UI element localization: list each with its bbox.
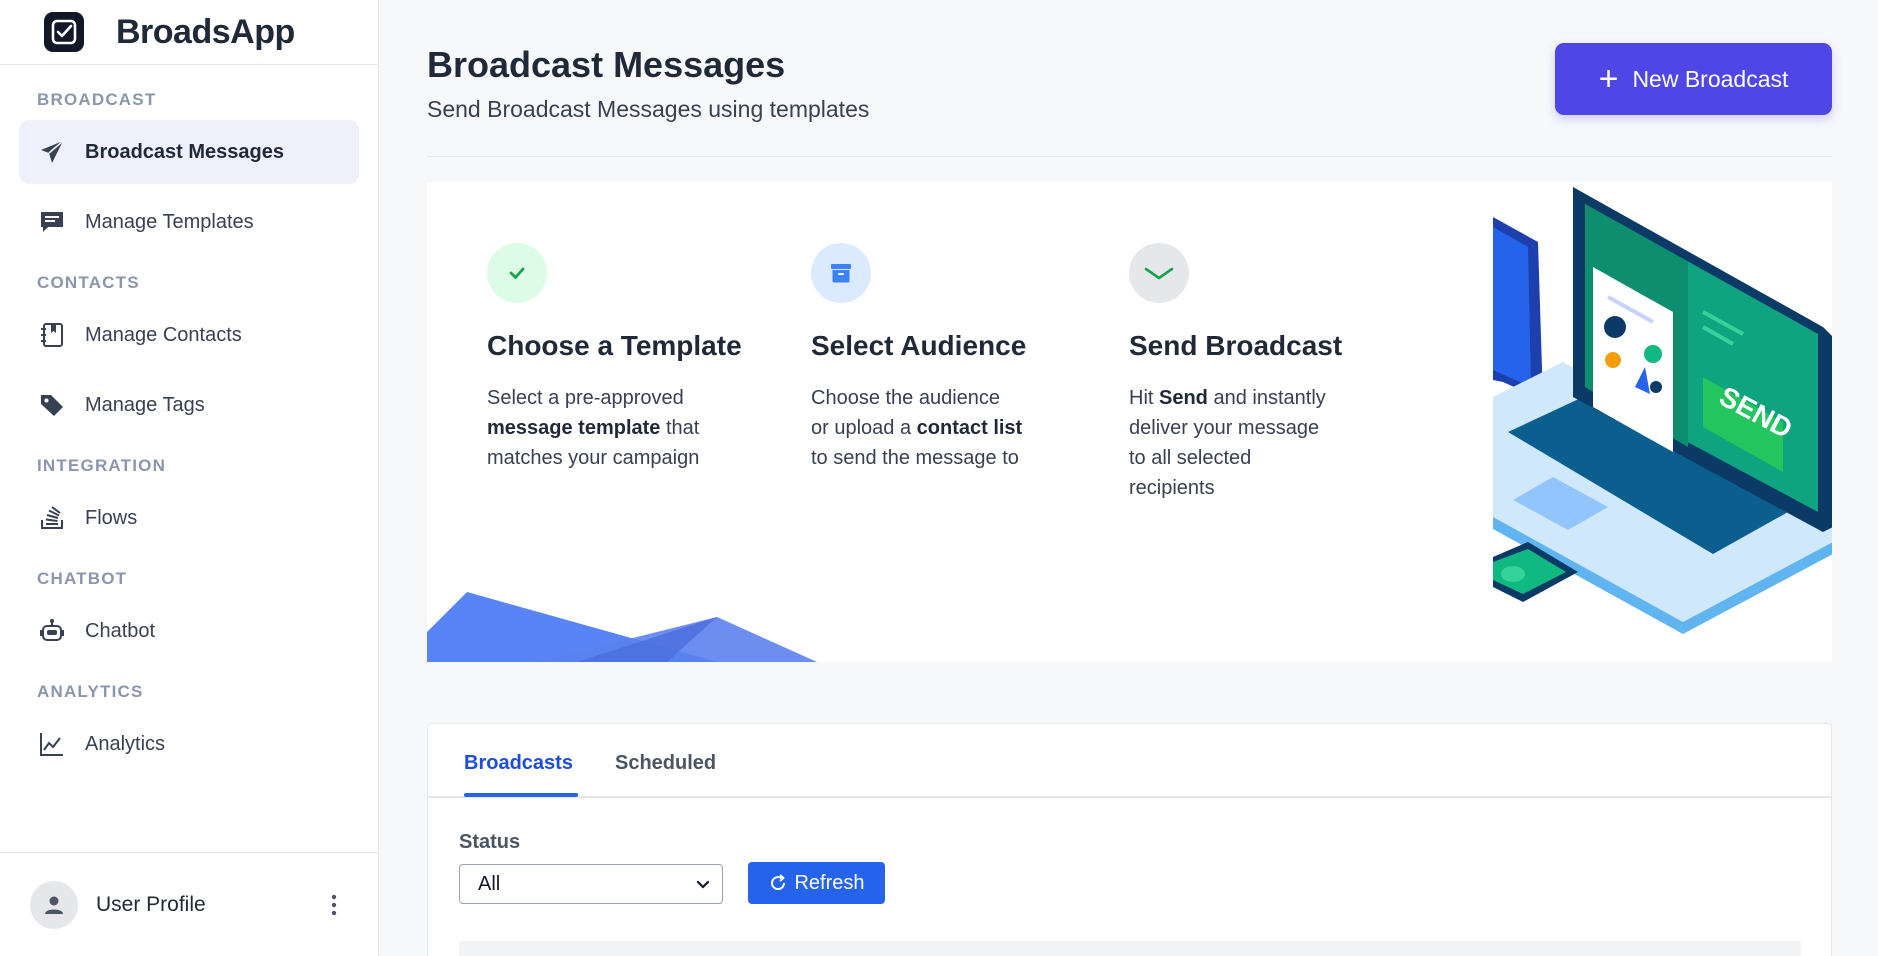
robot-icon (37, 616, 67, 646)
check-box-icon (44, 12, 84, 52)
step-description: Select a pre-approved message template t… (487, 387, 700, 469)
step-description: Choose the audience or upload a contact … (811, 387, 1023, 469)
paper-plane-icon (37, 137, 67, 167)
refresh-button[interactable]: Refresh (748, 862, 885, 904)
check-icon (487, 243, 547, 303)
sidebar-item-label: Chatbot (85, 619, 156, 642)
status-filter-value: All (478, 872, 501, 895)
new-broadcast-button[interactable]: + New Broadcast (1555, 43, 1832, 115)
profile-name: User Profile (96, 892, 206, 916)
refresh-label: Refresh (794, 871, 865, 894)
status-filter-label: Status (459, 831, 521, 853)
sidebar-item-label: Manage Tags (85, 393, 205, 416)
section-title-contacts: CONTACTS (37, 273, 140, 292)
kebab-menu-icon[interactable] (319, 890, 349, 920)
user-profile[interactable]: User Profile (0, 852, 379, 956)
tag-icon (37, 390, 67, 420)
sidebar-item-broadcast-messages[interactable]: Broadcast Messages (19, 120, 359, 184)
step-send-broadcast: Send Broadcast Hit Send and instantly de… (1129, 243, 1369, 499)
archive-box-icon (811, 243, 871, 303)
section-title-analytics: ANALYTICS (37, 682, 144, 701)
app-name: BroadsApp (116, 12, 295, 51)
laptop-send-illustration: SEND (1493, 187, 1832, 634)
sidebar-item-analytics[interactable]: Analytics (19, 712, 359, 776)
message-square-icon (37, 207, 67, 237)
tab-bar: Broadcasts Scheduled (428, 724, 1831, 798)
step-title: Choose a Template (487, 330, 742, 361)
chevron-down-icon (1129, 243, 1189, 303)
broadcast-table-header (459, 941, 1801, 956)
sidebar-item-label: Manage Templates (85, 210, 254, 233)
sidebar-item-label: Manage Contacts (85, 323, 242, 346)
section-title-chatbot: CHATBOT (37, 569, 128, 588)
sidebar-item-label: Flows (85, 506, 138, 529)
active-tab-indicator (464, 793, 578, 797)
sidebar-item-manage-contacts[interactable]: Manage Contacts (19, 303, 359, 367)
tab-broadcasts[interactable]: Broadcasts (464, 752, 573, 775)
step-title: Select Audience (811, 330, 1027, 361)
contact-book-icon (37, 320, 67, 350)
decorative-waves (427, 592, 817, 662)
page-title: Broadcast Messages (427, 44, 786, 85)
sidebar-item-chatbot[interactable]: Chatbot (19, 599, 359, 663)
sidebar: BroadsApp BROADCAST Broadcast Messages M… (0, 0, 379, 956)
broadcast-list-card: Broadcasts Scheduled Status All Refresh (427, 723, 1832, 956)
section-title-integration: INTEGRATION (37, 456, 167, 475)
sidebar-nav: BROADCAST Broadcast Messages Manage Temp… (0, 65, 378, 776)
step-choose-template: Choose a Template Select a pre-approved … (487, 243, 747, 469)
flows-icon (37, 503, 67, 533)
brand[interactable]: BroadsApp (0, 0, 378, 65)
sidebar-item-label: Broadcast Messages (85, 140, 284, 163)
chevron-down-icon (696, 873, 710, 896)
status-filter-select[interactable]: All (459, 864, 723, 904)
sidebar-item-manage-templates[interactable]: Manage Templates (19, 190, 359, 254)
section-title-broadcast: BROADCAST (37, 90, 157, 109)
step-select-audience: Select Audience Choose the audience or u… (811, 243, 1051, 469)
step-title: Send Broadcast (1129, 330, 1343, 361)
new-broadcast-label: New Broadcast (1632, 65, 1789, 92)
tab-scheduled[interactable]: Scheduled (615, 752, 716, 775)
header-divider (427, 156, 1832, 157)
step-description: Hit Send and instantly deliver your mess… (1129, 387, 1326, 499)
line-chart-icon (37, 729, 67, 759)
page-subtitle: Send Broadcast Messages using templates (427, 96, 870, 122)
sidebar-item-flows[interactable]: Flows (19, 486, 359, 550)
user-icon (30, 880, 78, 929)
sidebar-item-manage-tags[interactable]: Manage Tags (19, 373, 359, 437)
plus-icon: + (1598, 60, 1619, 98)
how-it-works-panel: Choose a Template Select a pre-approved … (427, 182, 1832, 662)
sidebar-item-label: Analytics (85, 732, 166, 755)
refresh-icon (771, 874, 786, 891)
